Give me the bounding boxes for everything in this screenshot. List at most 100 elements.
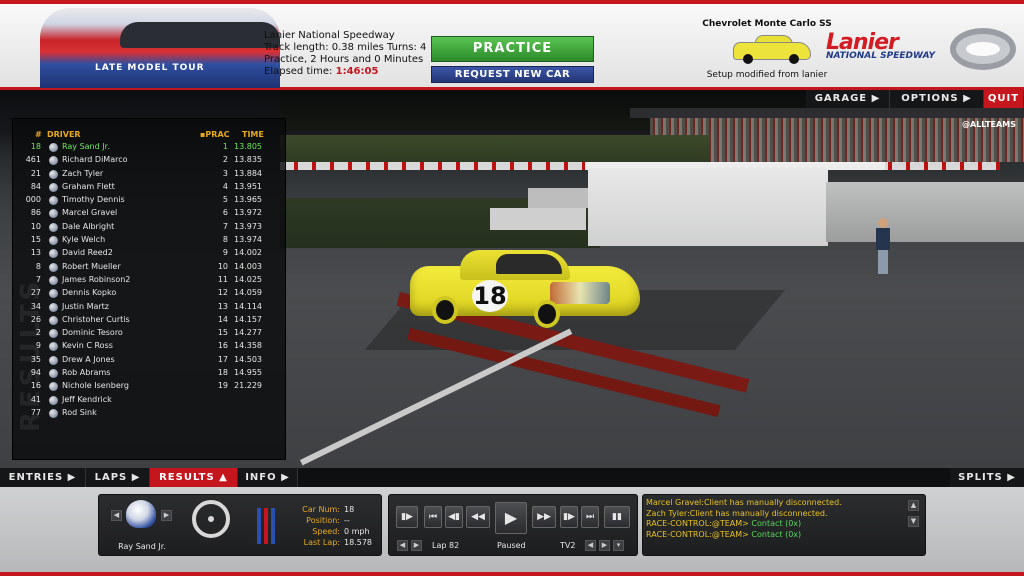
driver-name-cell: Marcel Gravel <box>62 208 118 218</box>
table-row[interactable]: 8 Robert Mueller 10 14.003 <box>12 261 286 274</box>
lap-time-cell: 14.503 <box>234 354 262 364</box>
position-cell: 10 <box>217 261 228 271</box>
car-number-cell: 77 <box>30 407 41 417</box>
position-cell: 8 <box>222 235 228 245</box>
tab-entries[interactable]: ENTRIES ▶ <box>0 468 86 487</box>
options-button[interactable]: OPTIONS ▶ <box>890 90 984 108</box>
chat-target-tag: @ALLTEAMS <box>962 120 1016 129</box>
chat-message: RACE-CONTROL:@TEAM> Contact (0x) <box>646 519 802 528</box>
camera-options-button[interactable]: ▾ <box>613 540 624 551</box>
next-lap-button[interactable]: ▶ <box>411 540 422 551</box>
helmet-icon <box>49 156 58 166</box>
table-row[interactable]: 21 Zach Tyler 3 13.884 <box>12 168 286 181</box>
replay-end-icon[interactable]: ▮▮ <box>604 506 630 528</box>
helmet-icon <box>49 302 58 312</box>
table-row[interactable]: 18 Ray Sand Jr. 1 13.805 <box>12 141 286 154</box>
request-new-car-button[interactable]: REQUEST NEW CAR <box>431 66 594 83</box>
car-number-cell: 18 <box>30 142 41 151</box>
table-row[interactable]: 10 Dale Albright 7 13.973 <box>12 221 286 234</box>
table-row[interactable]: 41 Jeff Kendrick <box>12 394 286 407</box>
pit-wall <box>826 182 1024 242</box>
helmet-icon <box>49 382 58 392</box>
col-header-driver[interactable]: DRIVER <box>47 130 81 139</box>
next-driver-button[interactable]: ▶ <box>161 510 172 521</box>
driver-name-cell: Kevin C Ross <box>62 341 113 351</box>
car-number-cell: 94 <box>30 368 41 378</box>
car-number-cell: 2 <box>35 328 41 338</box>
car-number-cell: 15 <box>30 235 41 245</box>
prev-driver-button[interactable]: ◀ <box>111 510 122 521</box>
lap-time-cell: 13.974 <box>234 235 262 245</box>
position-cell: 6 <box>222 208 228 218</box>
tab-laps[interactable]: LAPS ▶ <box>86 468 150 487</box>
skip-back-icon[interactable]: ⏮ <box>424 506 442 528</box>
quit-button[interactable]: QUIT <box>984 90 1024 108</box>
replay-status: Paused <box>497 541 526 550</box>
table-row[interactable]: 84 Graham Flett 4 13.951 <box>12 181 286 194</box>
table-row[interactable]: 13 David Reed2 9 14.002 <box>12 247 286 260</box>
session-info: Practice, 2 Hours and 0 Minutes <box>264 54 424 65</box>
lap-time-cell: 14.114 <box>234 301 262 311</box>
col-header-num[interactable]: # <box>35 130 42 139</box>
car-number-cell: 34 <box>30 301 41 311</box>
lap-time-cell: 21.229 <box>234 381 262 391</box>
table-row[interactable]: 34 Justin Martz 13 14.114 <box>12 301 286 314</box>
elapsed-time: Elapsed time: 1:46:05 <box>264 66 379 77</box>
tab-info[interactable]: INFO ▶ <box>238 468 298 487</box>
chat-scroll-up-button[interactable]: ▲ <box>908 500 919 511</box>
lap-time-cell: 14.003 <box>234 261 262 271</box>
lap-time-cell: 13.951 <box>234 181 262 191</box>
next-camera-button[interactable]: ▶ <box>599 540 610 551</box>
car-model: Chevrolet Monte Carlo SS <box>702 19 832 29</box>
prev-camera-button[interactable]: ◀ <box>585 540 596 551</box>
driver-name-cell: Timothy Dennis <box>62 195 125 205</box>
table-row[interactable]: 461 Richard DiMarco 2 13.835 <box>12 154 286 167</box>
driver-name-cell: Dennis Kopko <box>62 288 117 298</box>
table-row[interactable]: 15 Kyle Welch 8 13.974 <box>12 234 286 247</box>
table-row[interactable]: 26 Christoher Curtis 14 14.157 <box>12 314 286 327</box>
play-icon[interactable]: ▶ <box>495 502 527 534</box>
garage-button[interactable]: GARAGE ▶ <box>806 90 890 108</box>
table-row[interactable]: 27 Dennis Kopko 12 14.059 <box>12 287 286 300</box>
position-cell: 15 <box>217 328 228 338</box>
grandstand-roof <box>630 108 1024 118</box>
car-thumbnail[interactable] <box>733 34 813 64</box>
table-row[interactable]: 2 Dominic Tesoro 15 14.277 <box>12 327 286 340</box>
chat-scroll-down-button[interactable]: ▼ <box>908 516 919 527</box>
tab-splits[interactable]: SPLITS ▶ <box>950 468 1024 487</box>
tab-results[interactable]: RESULTS ▲ <box>150 468 238 487</box>
position-cell: 5 <box>222 195 228 205</box>
car-num-readout: Car Num: 18 <box>302 505 355 514</box>
col-header-prac[interactable]: ▪PRAC <box>200 130 230 139</box>
prev-lap-button[interactable]: ◀ <box>397 540 408 551</box>
table-row[interactable]: 77 Rod Sink <box>12 407 286 420</box>
skip-forward-icon[interactable]: ⏭ <box>581 506 599 528</box>
rewind-icon[interactable]: ◀◀ <box>466 506 490 528</box>
fast-forward-icon[interactable]: ▶▶ <box>532 506 556 528</box>
barrier-block <box>528 188 588 208</box>
steering-wheel-icon[interactable] <box>192 500 230 538</box>
car-number: 18 <box>472 280 508 312</box>
replay-start-icon[interactable]: ▮▶ <box>396 506 418 528</box>
helmet-icon <box>49 329 58 339</box>
car-number-cell: 13 <box>30 248 41 258</box>
driver-name-cell: Zach Tyler <box>62 168 104 178</box>
position-cell: 4 <box>222 181 228 191</box>
flag-stripe <box>264 508 268 544</box>
practice-button[interactable]: PRACTICE <box>431 36 594 62</box>
flag-stripe <box>257 508 261 544</box>
col-header-time[interactable]: TIME <box>242 130 264 139</box>
table-row[interactable]: 9 Kevin C Ross 16 14.358 <box>12 340 286 353</box>
car-number-cell: 41 <box>30 394 41 404</box>
table-row[interactable]: 35 Drew A Jones 17 14.503 <box>12 354 286 367</box>
lap-time-cell: 13.835 <box>234 155 262 165</box>
table-row[interactable]: 94 Rob Abrams 18 14.955 <box>12 367 286 380</box>
step-back-icon[interactable]: ◀▮ <box>445 506 463 528</box>
table-row[interactable]: 000 Timothy Dennis 5 13.965 <box>12 194 286 207</box>
helmet-icon <box>49 289 58 299</box>
table-row[interactable]: 16 Nichole Isenberg 19 21.229 <box>12 380 286 393</box>
step-forward-icon[interactable]: ▮▶ <box>560 506 578 528</box>
driver-name-cell: Drew A Jones <box>62 354 115 364</box>
table-row[interactable]: 7 James Robinson2 11 14.025 <box>12 274 286 287</box>
table-row[interactable]: 86 Marcel Gravel 6 13.972 <box>12 207 286 220</box>
